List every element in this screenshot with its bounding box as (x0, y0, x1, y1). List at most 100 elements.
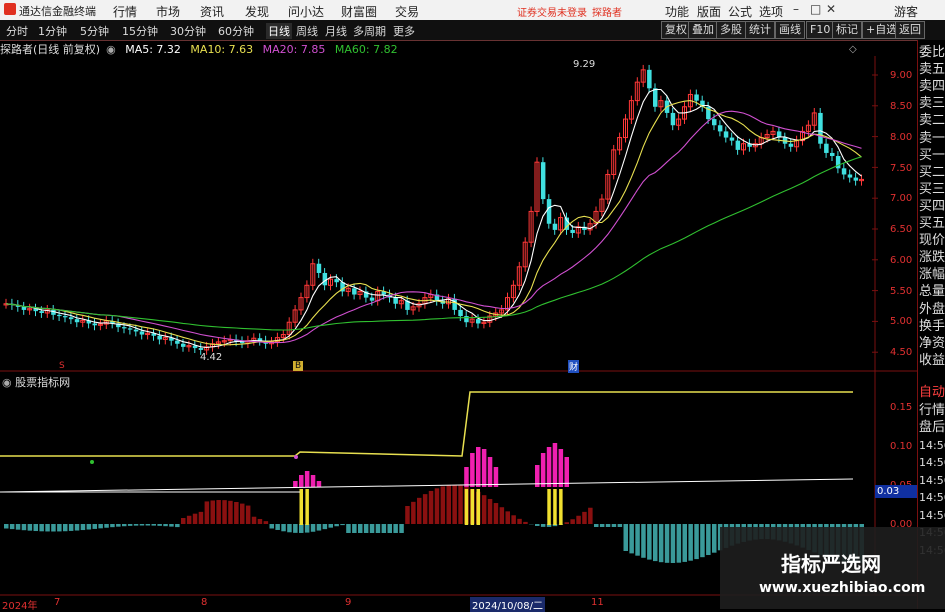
candle (128, 328, 132, 329)
candle (63, 316, 68, 317)
watermark-title: 指标严选网 (781, 548, 881, 577)
period-5min[interactable]: 5分钟 (80, 23, 109, 39)
indicator-bar (600, 524, 605, 527)
menu-banmian[interactable]: 版面 (697, 3, 721, 20)
period-1min[interactable]: 1分钟 (38, 23, 67, 39)
indicator-bar (317, 524, 322, 531)
indicator-bar (624, 524, 629, 551)
period-weekly[interactable]: 周线 (296, 23, 318, 39)
candle (57, 315, 62, 316)
kline-chart[interactable] (0, 40, 917, 609)
menu-wenxiaoda[interactable]: 问小达 (288, 3, 324, 20)
menu-zixun[interactable]: 资讯 (200, 3, 224, 20)
expand-icon[interactable]: ◇ (849, 44, 857, 55)
settings-icon[interactable]: ◉ (2, 376, 15, 389)
signal-bar (305, 471, 310, 487)
side-panel-label: 卖四 (919, 78, 945, 95)
candle (547, 199, 552, 224)
indicator-bar (612, 524, 617, 527)
indicator-bar (376, 524, 381, 533)
signal-bar (311, 475, 316, 487)
indicator-bar (393, 524, 398, 533)
indicator-bar (653, 524, 658, 561)
menu-caifuquan[interactable]: 财富圈 (341, 3, 377, 20)
menu-gongshi[interactable]: 公式 (728, 3, 752, 20)
indicator-bar (240, 504, 245, 524)
side-panel-label: 卖一 (919, 130, 945, 147)
x-tick: 7 (54, 597, 60, 608)
period-toolbar: 分时 1分钟 5分钟 15分钟 30分钟 60分钟 日线 周线 月线 多周期 更… (0, 20, 945, 41)
period-fenshi[interactable]: 分时 (6, 23, 28, 39)
ma10-line (6, 101, 862, 345)
fuquan-button[interactable]: 复权 (661, 21, 691, 39)
indicator-bar (523, 522, 528, 524)
indicator-bar (382, 524, 387, 533)
side-panel-label: 卖五 (919, 61, 945, 78)
signal-bar (541, 453, 546, 487)
menu-faxian[interactable]: 发现 (245, 3, 269, 20)
draw-line-button[interactable]: 画线 (775, 21, 805, 39)
price-tick: 6.50 (890, 224, 912, 235)
guest-button[interactable]: 游客 (894, 3, 918, 20)
mark-button[interactable]: 标记 (832, 21, 862, 39)
x-tick: 2024年 (2, 597, 37, 612)
indicator-bar (535, 524, 540, 526)
overlay-button[interactable]: 叠加 (688, 21, 718, 39)
indicator-bar (364, 524, 369, 533)
period-more[interactable]: 更多 (393, 23, 415, 39)
indicator-bar (16, 524, 20, 530)
stats-button[interactable]: 统计 (745, 21, 775, 39)
side-panel-tab[interactable]: 行情 (919, 402, 945, 419)
indicator-bar (28, 524, 32, 531)
candle (824, 144, 829, 153)
settings-icon[interactable]: ◉ (106, 43, 116, 56)
app-title: 通达信金融终端 (19, 3, 96, 19)
side-panel-label: 净资 (919, 335, 945, 352)
signal-bar (465, 489, 469, 525)
finance-marker[interactable]: 财 (568, 360, 579, 373)
f10-button[interactable]: F10 (806, 21, 834, 39)
period-daily[interactable]: 日线 (266, 23, 292, 39)
menu-hangqing[interactable]: 行情 (113, 3, 137, 20)
candle (789, 144, 794, 147)
side-panel-label: 买五 (919, 215, 945, 232)
indicator-bar (423, 494, 428, 524)
event-marker[interactable]: B (293, 361, 303, 371)
side-panel-tab[interactable]: 盘后 (919, 419, 945, 436)
period-30min[interactable]: 30分钟 (170, 23, 206, 39)
indicator-bar (270, 524, 275, 529)
menu-xuanxiang[interactable]: 选项 (759, 3, 783, 20)
back-button[interactable]: 返回 (895, 21, 925, 39)
indicator-bar (671, 524, 676, 563)
indicator-bar (222, 500, 227, 524)
indicator-value-box: 0.03 (875, 485, 917, 498)
user-label[interactable]: 探路者 (592, 4, 622, 19)
period-monthly[interactable]: 月线 (325, 23, 347, 39)
indicator-bar (157, 524, 162, 526)
menu-bar: 通达信金融终端 行情 市场 资讯 发现 问小达 财富圈 交易 证券交易未登录 探… (0, 0, 945, 21)
indicator-bar (659, 524, 664, 562)
period-60min[interactable]: 60分钟 (218, 23, 254, 39)
candle (370, 298, 375, 301)
indicator-bar (511, 515, 516, 524)
indicator-bar (606, 524, 611, 527)
menu-shichang[interactable]: 市场 (156, 3, 180, 20)
multi-stock-button[interactable]: 多股 (716, 21, 746, 39)
indicator-bar (140, 524, 145, 526)
x-tick-selected[interactable]: 2024/10/08/二 (470, 597, 545, 612)
period-15min[interactable]: 15分钟 (122, 23, 158, 39)
signal-bar (477, 489, 481, 525)
event-marker[interactable]: S (59, 361, 65, 371)
side-panel-tab[interactable]: 自动 (919, 384, 945, 401)
period-multi[interactable]: 多周期 (353, 23, 386, 39)
signal-bar (476, 447, 481, 487)
close-icon[interactable]: ✕ (826, 2, 836, 16)
maximize-icon[interactable]: □ (810, 2, 821, 16)
candle (842, 168, 847, 174)
low-price-label: 4.42 (200, 352, 222, 363)
minimize-icon[interactable]: – (793, 2, 799, 16)
login-warning[interactable]: 证券交易未登录 (517, 4, 587, 19)
menu-jiaoyi[interactable]: 交易 (395, 3, 419, 20)
menu-gongneng[interactable]: 功能 (665, 3, 689, 20)
indicator-bar (576, 516, 581, 524)
